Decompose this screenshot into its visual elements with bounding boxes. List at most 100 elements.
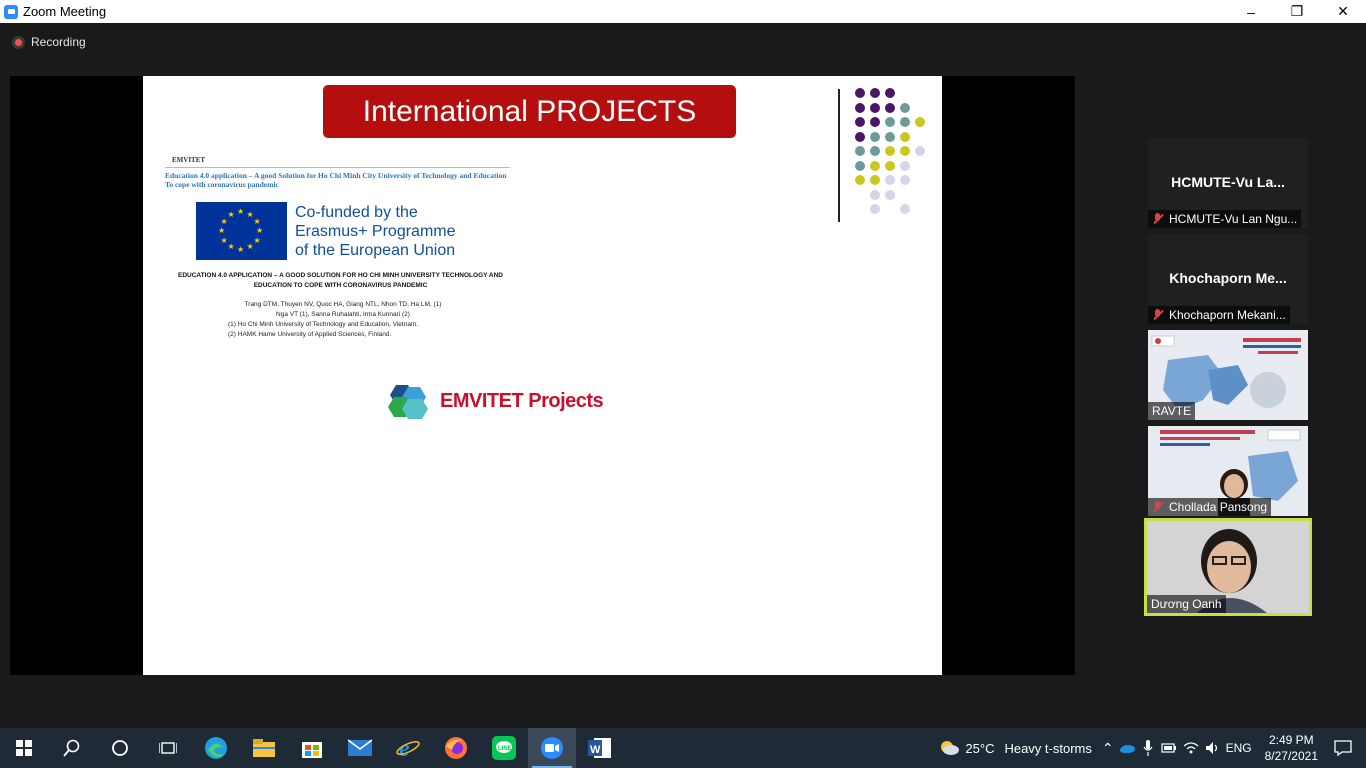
clock-date: 8/27/2021 [1264, 749, 1318, 763]
participant-display-name: HCMUTE-Vu La... [1171, 174, 1285, 190]
task-view-icon[interactable] [144, 728, 192, 768]
eu-cofunded-logo: ★ ★ ★ ★ ★ ★ ★ ★ ★ ★ ★ ★ Co-funded by the Erasmus+ P… [196, 202, 456, 260]
cortana-icon[interactable] [96, 728, 144, 768]
decorative-dot [900, 146, 910, 156]
eu-star-icon: ★ [227, 242, 235, 252]
decorative-dot [885, 117, 895, 127]
participant-display-name: Khochaporn Me... [1169, 270, 1287, 286]
author-line: Trang DTM, Thuyen NV, Quoc HA, Giang NTL… [244, 301, 442, 308]
decorative-dot [870, 189, 880, 200]
decorative-dot-grid [853, 88, 933, 214]
ie-icon[interactable]: e [384, 728, 432, 768]
slide-divider [838, 89, 840, 222]
decorative-dot [855, 160, 865, 171]
eu-text: Co-funded by the Erasmus+ Programme of t… [295, 203, 456, 260]
weather-text[interactable]: Heavy t-storms [1004, 741, 1091, 756]
participant-label: RAVTE [1148, 402, 1196, 420]
emvitet-logo: EMVITET Projects [388, 381, 604, 421]
decorative-dot [900, 160, 910, 171]
paper-header-block: EMVITET Education 4.0 application – A go… [165, 156, 510, 189]
participant-name: Dương Oanh [1151, 597, 1222, 611]
mail-icon[interactable] [336, 728, 384, 768]
decorative-dot [855, 88, 865, 98]
decorative-dot [885, 102, 895, 113]
wifi-icon[interactable] [1183, 741, 1199, 755]
search-icon[interactable] [48, 728, 96, 768]
language-indicator[interactable]: ENG [1226, 741, 1252, 755]
presentation-slide: International PROJECTS EMVITET Education… [143, 76, 942, 675]
decorative-dot [870, 117, 880, 127]
decorative-dot [870, 131, 880, 142]
microphone-icon[interactable] [1143, 740, 1153, 756]
svg-text:W: W [590, 744, 601, 756]
word-icon[interactable]: W [576, 728, 624, 768]
participant-tile-active-speaker[interactable]: Dương Oanh [1144, 518, 1312, 616]
paper-header: EMVITET [172, 156, 206, 164]
restore-button[interactable]: ❐ [1274, 0, 1320, 23]
line-icon[interactable]: LINE [480, 728, 528, 768]
slide-title: International PROJECTS [323, 85, 736, 138]
battery-icon[interactable] [1160, 742, 1177, 754]
eu-text-line: of the European Union [295, 241, 456, 259]
zoom-icon[interactable] [528, 728, 576, 768]
volume-icon[interactable] [1205, 741, 1221, 755]
participant-name: RAVTE [1152, 404, 1192, 418]
mic-muted-icon [1152, 213, 1163, 225]
eu-star-icon: ★ [218, 226, 226, 235]
eu-star-icon: ★ [256, 226, 264, 235]
participant-tile[interactable]: Chollada Pansong [1148, 426, 1308, 516]
eu-star-icon: ★ [220, 216, 228, 226]
decorative-dot [870, 175, 880, 185]
decorative-dot [870, 160, 880, 171]
weather-icon[interactable] [938, 739, 960, 757]
decorative-dot [870, 102, 880, 113]
participant-tile[interactable]: RAVTE [1148, 330, 1308, 420]
onedrive-icon[interactable] [1119, 743, 1135, 753]
record-icon [12, 35, 25, 49]
notifications-icon[interactable] [1334, 740, 1352, 756]
participant-tile[interactable]: Khochaporn Me... Khochaporn Mekani... [1148, 234, 1308, 324]
decorative-dot [855, 102, 865, 113]
weather-temp[interactable]: 25°C [965, 741, 994, 756]
decorative-dot [885, 131, 895, 142]
decorative-dot [855, 175, 865, 185]
author-line: (1) Ho Chi Minh University of Technology… [228, 321, 419, 328]
decorative-dot [855, 117, 865, 127]
emvitet-hexagon-icon [388, 385, 428, 419]
decorative-dot [885, 146, 895, 156]
author-line: (2) HAMK Hame University of Applied Scie… [228, 331, 392, 338]
window-title: Zoom Meeting [23, 4, 107, 19]
eu-star-icon: ★ [220, 235, 228, 245]
decorative-dot [870, 204, 880, 214]
screen-share-view[interactable]: International PROJECTS EMVITET Education… [10, 76, 1075, 675]
eu-flag-icon: ★ ★ ★ ★ ★ ★ ★ ★ ★ ★ ★ ★ [196, 202, 287, 260]
clock-time: 2:49 PM [1268, 733, 1314, 747]
decorative-dot [885, 175, 895, 185]
eu-star-icon: ★ [253, 235, 261, 245]
recording-indicator[interactable]: Recording [12, 35, 86, 49]
participant-tile[interactable]: HCMUTE-Vu La... HCMUTE-Vu Lan Ngu... [1148, 138, 1308, 228]
edge-icon[interactable] [192, 728, 240, 768]
decorative-dot [900, 204, 910, 214]
store-icon[interactable] [288, 728, 336, 768]
participant-label: HCMUTE-Vu Lan Ngu... [1148, 210, 1302, 228]
eu-star-icon: ★ [253, 216, 261, 226]
close-button[interactable]: ✕ [1320, 0, 1366, 23]
paper-title: Education 4.0 application – A good Solut… [165, 171, 507, 189]
eu-star-icon: ★ [237, 207, 245, 216]
eu-text-line: Co-funded by the [295, 203, 418, 221]
decorative-dot [870, 146, 880, 156]
emvitet-logo-text: EMVITET Projects [440, 389, 604, 412]
decorative-dot [885, 88, 895, 98]
firefox-icon[interactable] [432, 728, 480, 768]
participant-name: HCMUTE-Vu Lan Ngu... [1169, 212, 1298, 226]
file-explorer-icon[interactable] [240, 728, 288, 768]
taskbar-clock[interactable]: 2:49 PM 8/27/2021 [1265, 732, 1318, 764]
participant-label: Dương Oanh [1147, 595, 1226, 613]
show-hidden-icons-icon[interactable]: ⌃ [1102, 740, 1114, 757]
eu-star-icon: ★ [227, 209, 235, 219]
start-icon[interactable] [0, 728, 48, 768]
participant-name: Khochaporn Mekani... [1169, 308, 1286, 322]
decorative-dot [885, 160, 895, 171]
minimize-button[interactable]: – [1228, 0, 1274, 23]
